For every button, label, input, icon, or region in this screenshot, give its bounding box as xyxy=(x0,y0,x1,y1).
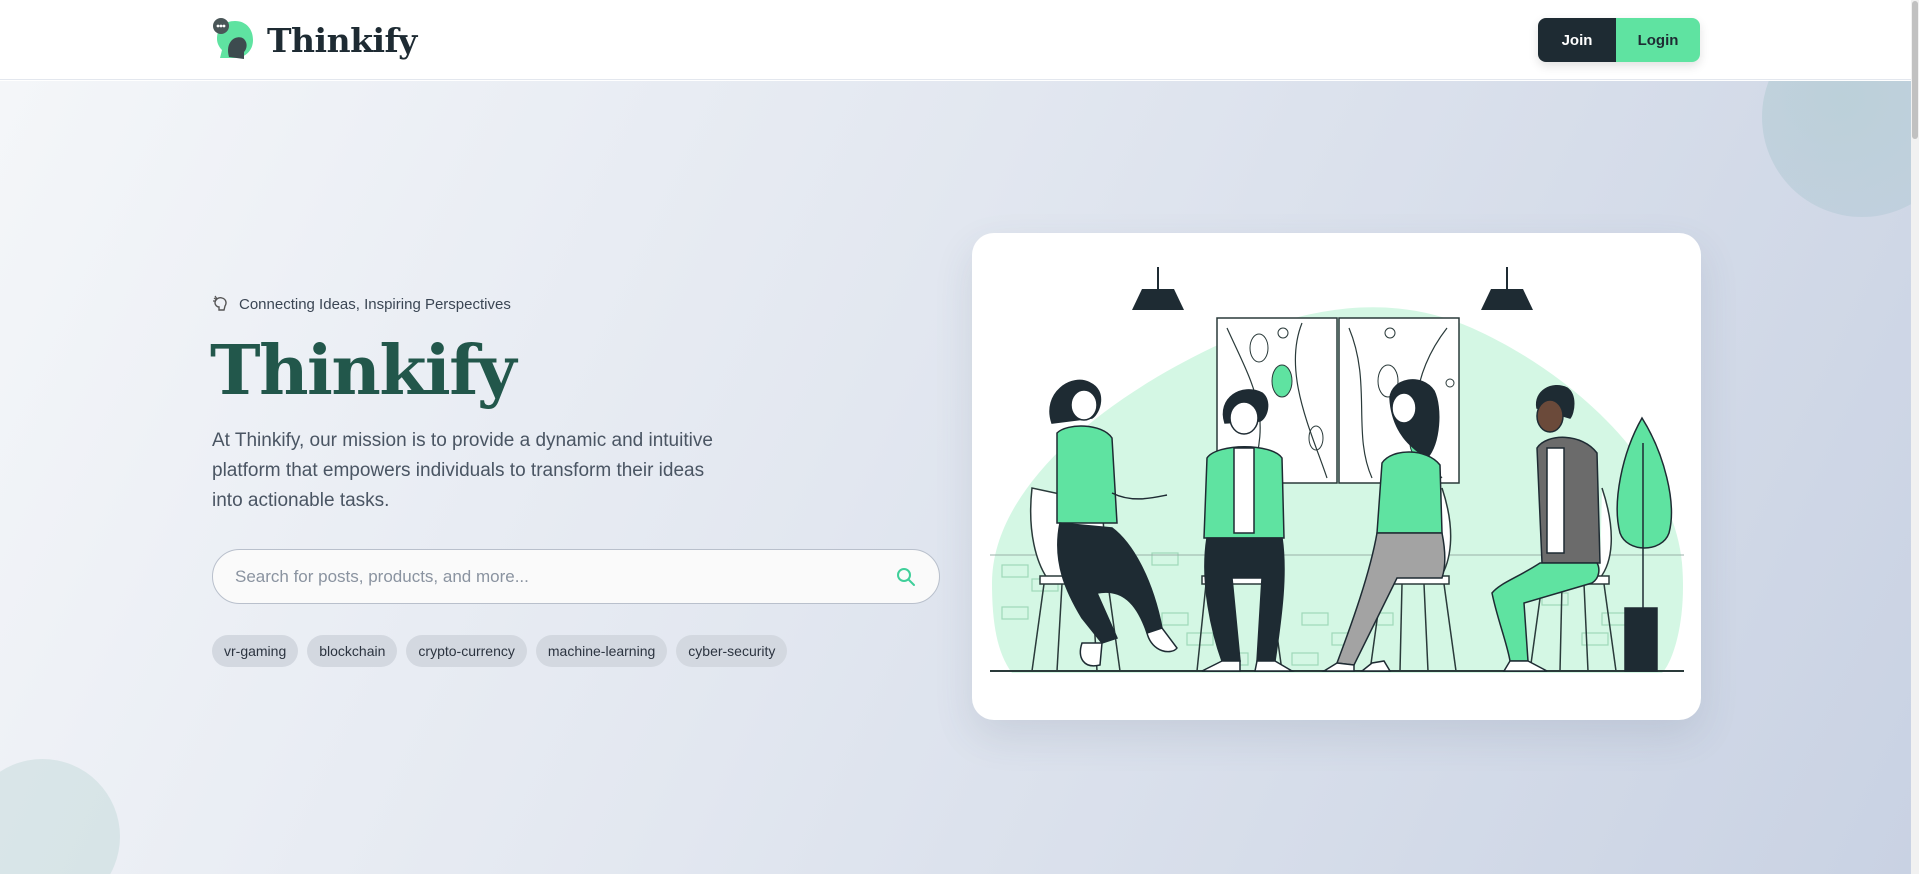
brain-waves-icon xyxy=(213,295,227,311)
decorative-circle-bottom-left xyxy=(0,759,120,874)
search-input[interactable] xyxy=(235,566,895,587)
tagline-text: Connecting Ideas, Inspiring Perspectives xyxy=(239,295,511,313)
hero-title: Thinkify xyxy=(210,331,517,411)
search-bar xyxy=(212,549,940,604)
join-button[interactable]: Join xyxy=(1538,18,1616,62)
brand-name: Thinkify xyxy=(267,20,417,60)
scrollbar-thumb[interactable] xyxy=(1912,1,1918,139)
page-scrollbar[interactable] xyxy=(1911,0,1919,874)
tag-chip[interactable]: vr-gaming xyxy=(212,635,299,667)
hero-tagline: Connecting Ideas, Inspiring Perspectives xyxy=(212,295,511,313)
search-icon[interactable] xyxy=(895,566,917,588)
decorative-circle-top-right xyxy=(1762,81,1911,217)
auth-buttons: Join Login xyxy=(1538,18,1700,62)
tag-chip[interactable]: machine-learning xyxy=(535,635,668,667)
tag-chip[interactable]: blockchain xyxy=(307,635,398,667)
tag-chip[interactable]: cyber-security xyxy=(676,635,788,667)
top-navbar: Thinkify Join Login xyxy=(0,0,1911,80)
chat-bubble-head-icon xyxy=(211,17,257,63)
tag-list: vr-gaming blockchain crypto-currency mac… xyxy=(212,635,788,667)
brand-logo-link[interactable]: Thinkify xyxy=(211,17,417,63)
people-discussion-illustration xyxy=(990,267,1684,673)
tag-chip[interactable]: crypto-currency xyxy=(406,635,527,667)
hero-section: Connecting Ideas, Inspiring Perspectives… xyxy=(0,81,1911,874)
login-button[interactable]: Login xyxy=(1616,18,1700,62)
mission-statement: At Thinkify, our mission is to provide a… xyxy=(212,430,713,511)
hero-illustration-card xyxy=(972,233,1701,720)
